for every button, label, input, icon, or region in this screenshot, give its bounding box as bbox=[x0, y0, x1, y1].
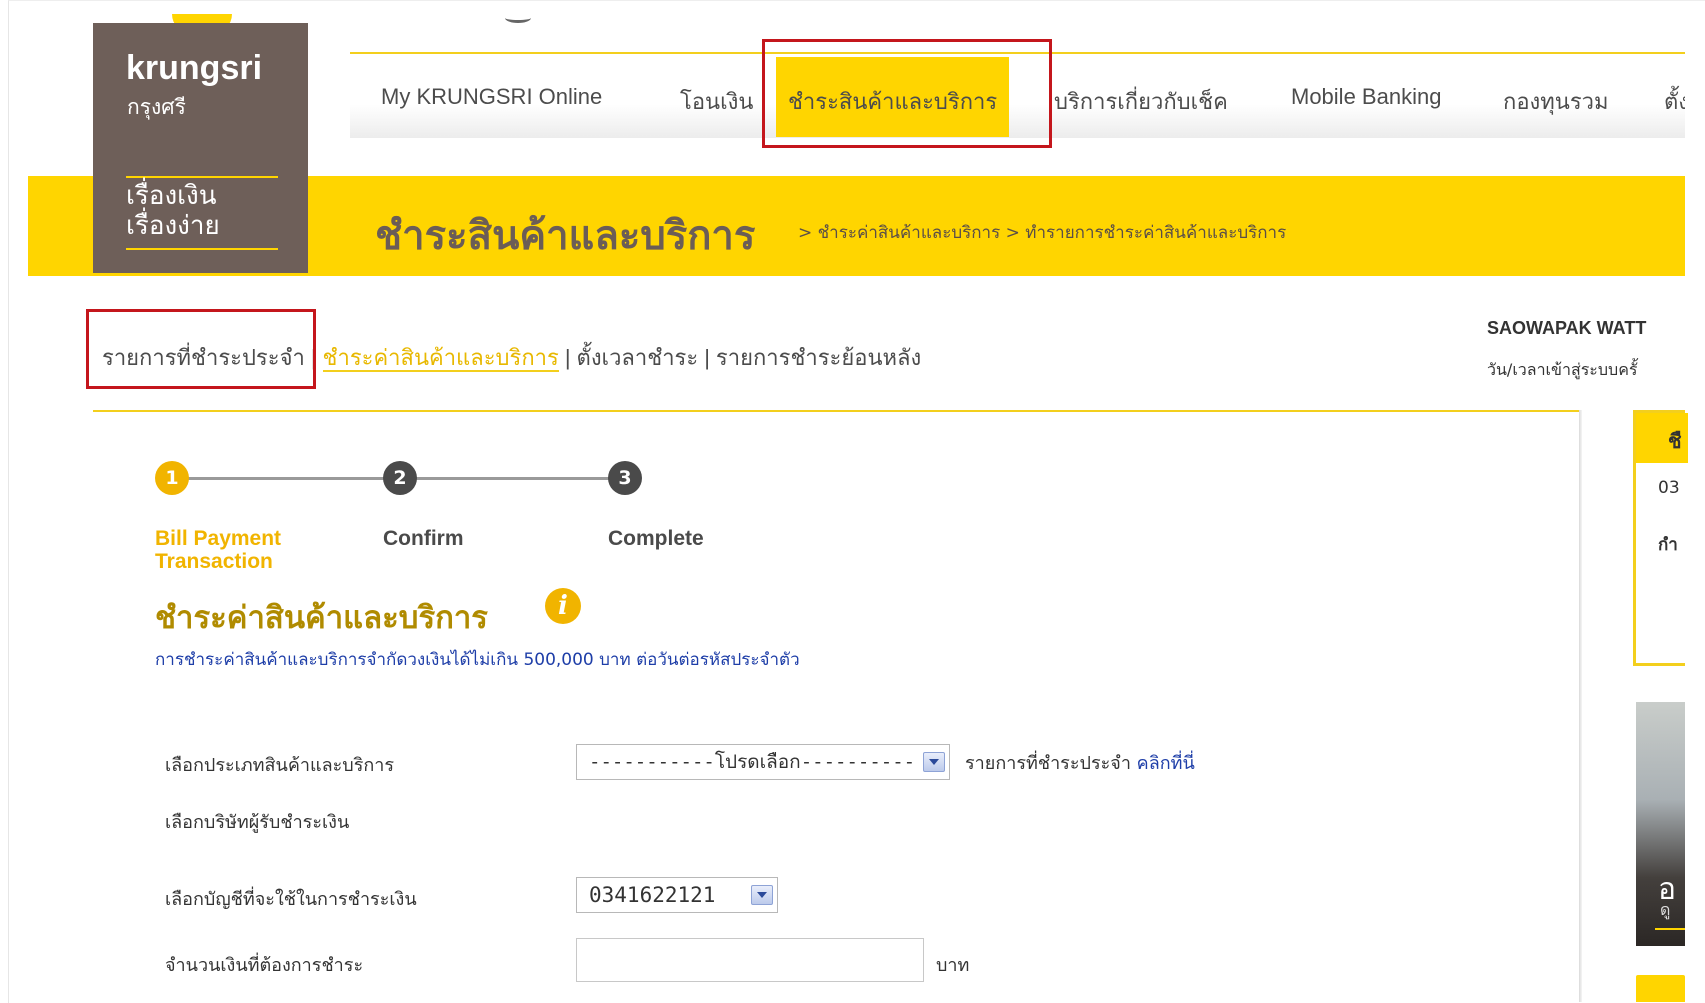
subnav-item-history[interactable]: รายการชำระย้อนหลัง bbox=[716, 345, 921, 370]
product-type-value: -----------โปรดเลือก---------- bbox=[589, 751, 916, 773]
logo-name: krungsri bbox=[126, 49, 263, 87]
subnav-item-schedule[interactable]: ตั้งเวลาชำระ bbox=[577, 345, 699, 370]
section-title: ชำระค่าสินค้าและบริการ bbox=[155, 600, 488, 636]
regular-payment-link[interactable]: คลิกที่นี่ bbox=[1137, 753, 1195, 774]
page-title: ชำระสินค้าและบริการ bbox=[375, 213, 756, 259]
account-label: เลือกบัญชีที่จะใช้ในการชำระเงิน bbox=[165, 889, 417, 910]
step-1-label: Bill Payment Transaction bbox=[155, 527, 282, 573]
logo-divider-top bbox=[126, 176, 278, 178]
product-type-select[interactable]: -----------โปรดเลือก---------- bbox=[576, 744, 950, 780]
account-summary-header: ชื bbox=[1636, 413, 1688, 463]
login-time-label: วัน/เวลาเข้าสู่ระบบครั้ bbox=[1487, 360, 1638, 379]
highlight-box-nav bbox=[762, 39, 1052, 148]
step-1-indicator: 1 bbox=[155, 461, 189, 495]
side-yellow-tab bbox=[1636, 975, 1685, 1002]
account-summary-number: 03 bbox=[1658, 478, 1680, 498]
user-name: SAOWAPAK WATT bbox=[1487, 318, 1647, 338]
account-value: 0341622121 bbox=[589, 883, 716, 907]
info-icon[interactable]: i bbox=[545, 588, 581, 624]
nav-item-transfer[interactable]: โอนเงิน bbox=[680, 84, 753, 119]
logo-divider-bottom bbox=[126, 248, 278, 250]
amount-unit: บาท bbox=[936, 955, 970, 976]
logo-thai-name: กรุงศรี bbox=[127, 95, 186, 119]
regular-payment-note: รายการที่ชำระประจำ คลิกที่นี่ bbox=[965, 748, 1195, 777]
nav-item-my-krungsri[interactable]: My KRUNGSRI Online bbox=[381, 84, 602, 110]
account-summary-balance: กำ bbox=[1658, 535, 1678, 555]
company-label: เลือกบริษัทผู้รับชำระเงิน bbox=[165, 812, 350, 833]
amount-input[interactable] bbox=[576, 938, 924, 982]
step-2-indicator: 2 bbox=[383, 461, 417, 495]
step-3-label: Complete bbox=[608, 527, 704, 550]
step-connector-1 bbox=[188, 477, 384, 480]
logo-tagline-block: เรื่องเงิน เรื่องง่าย bbox=[93, 176, 308, 273]
content-shadow bbox=[1579, 410, 1582, 1002]
chevron-down-icon[interactable] bbox=[751, 885, 773, 905]
regular-payment-text: รายการที่ชำระประจำ bbox=[965, 753, 1131, 774]
step-2-label: Confirm bbox=[383, 527, 464, 550]
product-type-label: เลือกประเภทสินค้าและบริการ bbox=[165, 755, 395, 776]
amount-label: จำนวนเงินที่ต้องการชำระ bbox=[165, 955, 364, 976]
subnav-separator: | bbox=[564, 345, 571, 370]
promo-subtext: ดู bbox=[1660, 900, 1671, 919]
step-3-indicator: 3 bbox=[608, 461, 642, 495]
nav-item-mobile-banking[interactable]: Mobile Banking bbox=[1291, 84, 1441, 110]
chevron-down-icon[interactable] bbox=[923, 752, 945, 772]
account-summary-card: ชื 03 กำ bbox=[1633, 410, 1688, 666]
account-summary-title: ชื bbox=[1668, 429, 1682, 453]
breadcrumb: > ชำระค่าสินค้าและบริการ > ทำรายการชำระค… bbox=[798, 223, 1287, 243]
subnav-item-bill-payment[interactable]: ชำระค่าสินค้าและบริการ bbox=[322, 345, 559, 372]
promo-divider bbox=[1655, 928, 1685, 930]
content-divider bbox=[93, 410, 1581, 412]
highlight-box-subnav bbox=[86, 309, 316, 389]
nav-item-more[interactable]: ตั้ง bbox=[1664, 84, 1685, 119]
top-decoration bbox=[505, 13, 531, 23]
logo-tagline-2: เรื่องง่าย bbox=[126, 211, 220, 241]
nav-item-mutual-fund[interactable]: กองทุนรวม bbox=[1503, 84, 1609, 119]
limit-notice: การชำระค่าสินค้าและบริการจำกัดวงเงินได้ไ… bbox=[155, 650, 800, 670]
account-select[interactable]: 0341622121 bbox=[576, 877, 778, 913]
step-connector-2 bbox=[416, 477, 612, 480]
subnav-separator: | bbox=[704, 345, 710, 370]
logo-tagline-1: เรื่องเงิน bbox=[126, 181, 217, 211]
nav-item-cheque[interactable]: บริการเกี่ยวกับเช็ค bbox=[1054, 84, 1228, 119]
